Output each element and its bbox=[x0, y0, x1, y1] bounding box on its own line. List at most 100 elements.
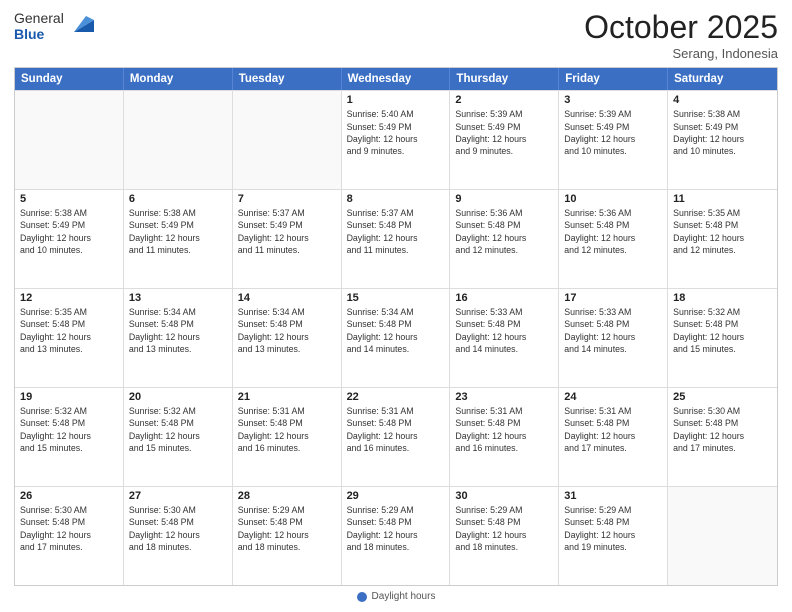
calendar-cell-19: 19 Sunrise: 5:32 AM Sunset: 5:48 PM Dayli… bbox=[15, 388, 124, 486]
calendar-cell-10: 10Sunrise: 5:36 AM Sunset: 5:48 PM Dayli… bbox=[559, 190, 668, 288]
cell-info: Sunrise: 5:30 AM Sunset: 5:48 PM Dayligh… bbox=[129, 504, 227, 553]
day-number: 29 bbox=[347, 490, 445, 502]
cell-info: Sunrise: 5:39 AM Sunset: 5:49 PM Dayligh… bbox=[455, 108, 553, 157]
logo: General Blue bbox=[14, 10, 94, 42]
cell-info: Sunrise: 5:36 AM Sunset: 5:48 PM Dayligh… bbox=[455, 207, 553, 256]
calendar-header: SundayMondayTuesdayWednesdayThursdayFrid… bbox=[15, 68, 777, 90]
header-day-monday: Monday bbox=[124, 68, 233, 90]
calendar-cell-6: 6Sunrise: 5:38 AM Sunset: 5:49 PM Daylig… bbox=[124, 190, 233, 288]
calendar-cell-21: 21 Sunrise: 5:31 AM Sunset: 5:48 PM Dayli… bbox=[233, 388, 342, 486]
calendar-cell-2: 2 Sunrise: 5:39 AM Sunset: 5:49 PM Daylig… bbox=[450, 91, 559, 189]
calendar-cell-16: 16Sunrise: 5:33 AM Sunset: 5:48 PM Dayli… bbox=[450, 289, 559, 387]
cell-info: Sunrise: 5:37 AM Sunset: 5:48 PM Dayligh… bbox=[347, 207, 445, 256]
calendar-cell-3: 3Sunrise: 5:39 AM Sunset: 5:49 PM Daylig… bbox=[559, 91, 668, 189]
calendar-cell-27: 27 Sunrise: 5:30 AM Sunset: 5:48 PM Dayli… bbox=[124, 487, 233, 585]
cell-info: Sunrise: 5:31 AM Sunset: 5:48 PM Dayligh… bbox=[238, 405, 336, 454]
day-number: 17 bbox=[564, 292, 662, 304]
calendar-cell-23: 23 Sunrise: 5:31 AM Sunset: 5:48 PM Dayli… bbox=[450, 388, 559, 486]
day-number: 25 bbox=[673, 391, 772, 403]
day-number: 6 bbox=[129, 193, 227, 205]
calendar-cell-31: 31 Sunrise: 5:29 AM Sunset: 5:48 PM Dayli… bbox=[559, 487, 668, 585]
cell-info: Sunrise: 5:33 AM Sunset: 5:48 PM Dayligh… bbox=[455, 306, 553, 355]
footer-daylight: Daylight hours bbox=[357, 591, 436, 602]
calendar-cell-4: 4 Sunrise: 5:38 AM Sunset: 5:49 PM Daylig… bbox=[668, 91, 777, 189]
page: General Blue October 2025 Serang, Indone… bbox=[0, 0, 792, 612]
day-number: 9 bbox=[455, 193, 553, 205]
cell-info: Sunrise: 5:33 AM Sunset: 5:48 PM Dayligh… bbox=[564, 306, 662, 355]
cell-info: Sunrise: 5:34 AM Sunset: 5:48 PM Dayligh… bbox=[347, 306, 445, 355]
header-day-friday: Friday bbox=[559, 68, 668, 90]
day-number: 27 bbox=[129, 490, 227, 502]
calendar-cell-14: 14Sunrise: 5:34 AM Sunset: 5:48 PM Dayli… bbox=[233, 289, 342, 387]
footer-dot-icon bbox=[357, 592, 367, 602]
cell-info: Sunrise: 5:30 AM Sunset: 5:48 PM Dayligh… bbox=[20, 504, 118, 553]
calendar-row-1: 1 Sunrise: 5:40 AM Sunset: 5:49 PM Daylig… bbox=[15, 90, 777, 189]
calendar-cell-8: 8 Sunrise: 5:37 AM Sunset: 5:48 PM Daylig… bbox=[342, 190, 451, 288]
calendar-cell-17: 17 Sunrise: 5:33 AM Sunset: 5:48 PM Dayli… bbox=[559, 289, 668, 387]
header-day-sunday: Sunday bbox=[15, 68, 124, 90]
calendar: SundayMondayTuesdayWednesdayThursdayFrid… bbox=[14, 67, 778, 586]
day-number: 18 bbox=[673, 292, 772, 304]
day-number: 10 bbox=[564, 193, 662, 205]
header-day-wednesday: Wednesday bbox=[342, 68, 451, 90]
day-number: 11 bbox=[673, 193, 772, 205]
calendar-cell-7: 7Sunrise: 5:37 AM Sunset: 5:49 PM Daylig… bbox=[233, 190, 342, 288]
cell-info: Sunrise: 5:35 AM Sunset: 5:48 PM Dayligh… bbox=[673, 207, 772, 256]
day-number: 23 bbox=[455, 391, 553, 403]
cell-info: Sunrise: 5:32 AM Sunset: 5:48 PM Dayligh… bbox=[129, 405, 227, 454]
calendar-cell-26: 26Sunrise: 5:30 AM Sunset: 5:48 PM Dayli… bbox=[15, 487, 124, 585]
cell-info: Sunrise: 5:35 AM Sunset: 5:48 PM Dayligh… bbox=[20, 306, 118, 355]
cell-info: Sunrise: 5:34 AM Sunset: 5:48 PM Dayligh… bbox=[238, 306, 336, 355]
day-number: 19 bbox=[20, 391, 118, 403]
calendar-cell-9: 9 Sunrise: 5:36 AM Sunset: 5:48 PM Daylig… bbox=[450, 190, 559, 288]
calendar-cell-empty-2 bbox=[233, 91, 342, 189]
day-number: 20 bbox=[129, 391, 227, 403]
calendar-cell-28: 28Sunrise: 5:29 AM Sunset: 5:48 PM Dayli… bbox=[233, 487, 342, 585]
calendar-row-5: 26Sunrise: 5:30 AM Sunset: 5:48 PM Dayli… bbox=[15, 486, 777, 585]
header-day-tuesday: Tuesday bbox=[233, 68, 342, 90]
day-number: 1 bbox=[347, 94, 445, 106]
header-day-saturday: Saturday bbox=[668, 68, 777, 90]
day-number: 8 bbox=[347, 193, 445, 205]
calendar-cell-11: 11 Sunrise: 5:35 AM Sunset: 5:48 PM Dayli… bbox=[668, 190, 777, 288]
cell-info: Sunrise: 5:32 AM Sunset: 5:48 PM Dayligh… bbox=[20, 405, 118, 454]
cell-info: Sunrise: 5:32 AM Sunset: 5:48 PM Dayligh… bbox=[673, 306, 772, 355]
day-number: 22 bbox=[347, 391, 445, 403]
day-number: 12 bbox=[20, 292, 118, 304]
day-number: 21 bbox=[238, 391, 336, 403]
title-block: October 2025 Serang, Indonesia bbox=[584, 10, 778, 61]
calendar-cell-30: 30 Sunrise: 5:29 AM Sunset: 5:48 PM Dayli… bbox=[450, 487, 559, 585]
cell-info: Sunrise: 5:31 AM Sunset: 5:48 PM Dayligh… bbox=[347, 405, 445, 454]
day-number: 7 bbox=[238, 193, 336, 205]
calendar-row-4: 19 Sunrise: 5:32 AM Sunset: 5:48 PM Dayli… bbox=[15, 387, 777, 486]
calendar-cell-15: 15 Sunrise: 5:34 AM Sunset: 5:48 PM Dayli… bbox=[342, 289, 451, 387]
calendar-cell-18: 18 Sunrise: 5:32 AM Sunset: 5:48 PM Dayli… bbox=[668, 289, 777, 387]
day-number: 4 bbox=[673, 94, 772, 106]
calendar-cell-22: 22 Sunrise: 5:31 AM Sunset: 5:48 PM Dayli… bbox=[342, 388, 451, 486]
cell-info: Sunrise: 5:30 AM Sunset: 5:48 PM Dayligh… bbox=[673, 405, 772, 454]
cell-info: Sunrise: 5:29 AM Sunset: 5:48 PM Dayligh… bbox=[455, 504, 553, 553]
footer-daylight-label: Daylight hours bbox=[372, 591, 436, 602]
cell-info: Sunrise: 5:31 AM Sunset: 5:48 PM Dayligh… bbox=[455, 405, 553, 454]
day-number: 31 bbox=[564, 490, 662, 502]
month-title: October 2025 bbox=[584, 10, 778, 45]
calendar-body: 1 Sunrise: 5:40 AM Sunset: 5:49 PM Daylig… bbox=[15, 90, 777, 585]
day-number: 24 bbox=[564, 391, 662, 403]
cell-info: Sunrise: 5:38 AM Sunset: 5:49 PM Dayligh… bbox=[20, 207, 118, 256]
cell-info: Sunrise: 5:29 AM Sunset: 5:48 PM Dayligh… bbox=[238, 504, 336, 553]
calendar-cell-empty-1 bbox=[124, 91, 233, 189]
day-number: 13 bbox=[129, 292, 227, 304]
logo-icon bbox=[66, 12, 94, 40]
day-number: 30 bbox=[455, 490, 553, 502]
cell-info: Sunrise: 5:40 AM Sunset: 5:49 PM Dayligh… bbox=[347, 108, 445, 157]
calendar-cell-24: 24Sunrise: 5:31 AM Sunset: 5:48 PM Dayli… bbox=[559, 388, 668, 486]
calendar-cell-25: 25 Sunrise: 5:30 AM Sunset: 5:48 PM Dayli… bbox=[668, 388, 777, 486]
calendar-cell-empty-6 bbox=[668, 487, 777, 585]
calendar-cell-empty-0 bbox=[15, 91, 124, 189]
day-number: 2 bbox=[455, 94, 553, 106]
day-number: 15 bbox=[347, 292, 445, 304]
calendar-cell-1: 1 Sunrise: 5:40 AM Sunset: 5:49 PM Daylig… bbox=[342, 91, 451, 189]
cell-info: Sunrise: 5:29 AM Sunset: 5:48 PM Dayligh… bbox=[564, 504, 662, 553]
calendar-row-3: 12 Sunrise: 5:35 AM Sunset: 5:48 PM Dayli… bbox=[15, 288, 777, 387]
cell-info: Sunrise: 5:38 AM Sunset: 5:49 PM Dayligh… bbox=[673, 108, 772, 157]
